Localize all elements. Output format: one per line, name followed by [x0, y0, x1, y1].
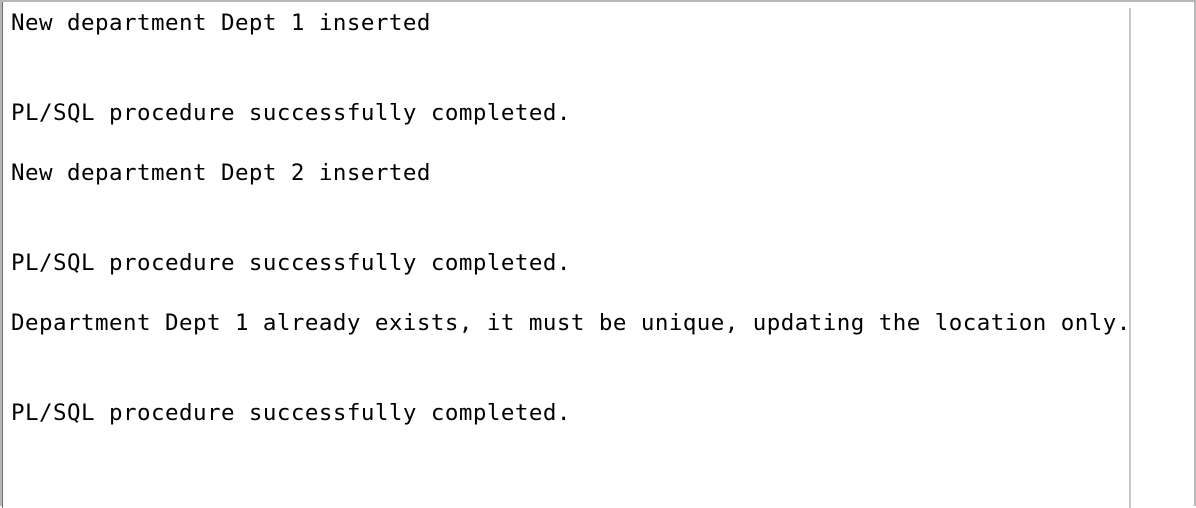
- script-output-panel: New department Dept 1 inserted PL/SQL pr…: [0, 0, 1196, 508]
- output-text-area[interactable]: New department Dept 1 inserted PL/SQL pr…: [2, 2, 1130, 508]
- output-line: New department Dept 1 inserted: [11, 10, 431, 36]
- right-margin-divider: [1129, 8, 1131, 508]
- output-line: Department Dept 1 already exists, it mus…: [11, 310, 1130, 336]
- output-line: PL/SQL procedure successfully completed.: [11, 250, 571, 276]
- output-line: New department Dept 2 inserted: [11, 160, 431, 186]
- output-line: PL/SQL procedure successfully completed.: [11, 100, 571, 126]
- output-line: PL/SQL procedure successfully completed.: [11, 400, 571, 426]
